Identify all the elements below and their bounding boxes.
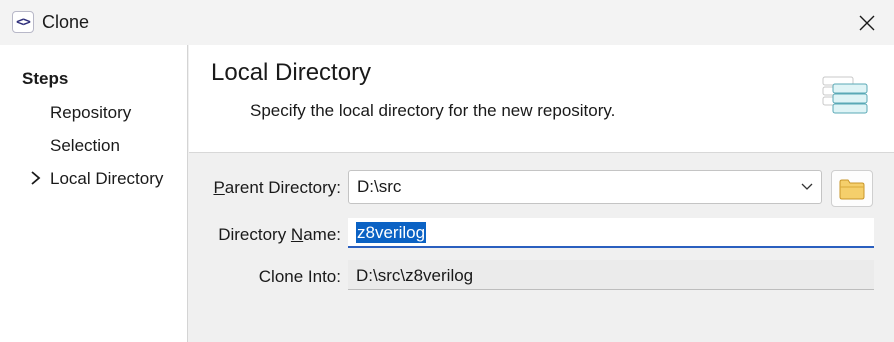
close-icon xyxy=(859,15,875,31)
directory-name-input[interactable]: z8verilog xyxy=(348,218,874,248)
browse-folder-button[interactable] xyxy=(831,170,873,207)
folder-icon xyxy=(839,179,865,199)
clone-into-field: D:\src\z8verilog xyxy=(348,260,874,290)
form-area: Parent Directory: D:\src Directory Name:… xyxy=(189,154,894,342)
chevron-down-icon xyxy=(801,183,813,190)
code-brackets-icon: <> xyxy=(12,11,34,33)
step-repository[interactable]: Repository xyxy=(50,103,131,123)
close-button[interactable] xyxy=(846,6,888,40)
clone-into-label: Clone Into: xyxy=(258,267,341,286)
step-selection[interactable]: Selection xyxy=(50,136,120,156)
title-bar: <> Clone xyxy=(0,0,894,45)
window-title: Clone xyxy=(42,12,90,32)
directory-name-value: z8verilog xyxy=(356,222,427,243)
steps-sidebar: Steps Repository Selection Local Directo… xyxy=(0,45,188,342)
parent-directory-combo[interactable]: D:\src xyxy=(348,170,822,204)
step-local-directory[interactable]: Local Directory xyxy=(50,169,163,189)
clone-into-value: D:\src\z8verilog xyxy=(356,266,474,285)
page-description: Specify the local directory for the new … xyxy=(250,101,616,120)
page-header: Local Directory Specify the local direct… xyxy=(189,45,894,153)
parent-directory-label: Parent Directory: xyxy=(213,178,341,197)
stacked-layers-icon xyxy=(822,76,868,114)
chevron-right-icon xyxy=(31,171,41,185)
parent-directory-value: D:\src xyxy=(357,177,402,196)
steps-heading: Steps xyxy=(22,69,69,88)
page-title: Local Directory xyxy=(211,59,372,86)
directory-name-label: Directory Name: xyxy=(218,225,341,244)
